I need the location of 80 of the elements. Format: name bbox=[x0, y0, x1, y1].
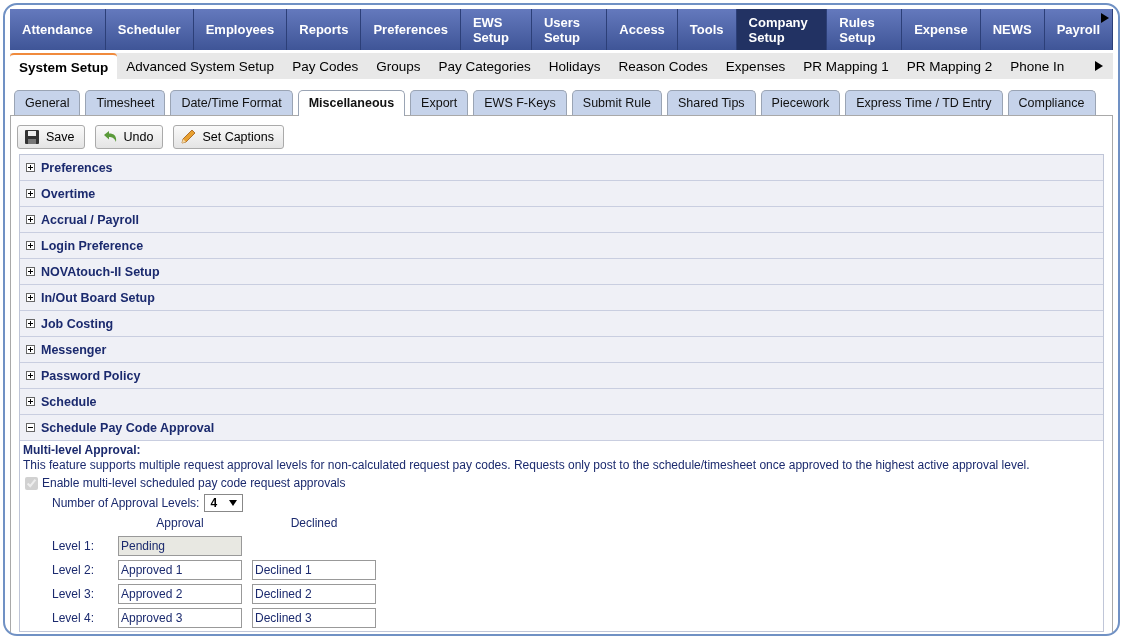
section-header[interactable]: Schedule Pay Code Approval bbox=[20, 415, 1103, 441]
sub-nav-item[interactable]: Expenses bbox=[716, 53, 795, 79]
expand-toggle-icon bbox=[26, 215, 35, 224]
expand-toggle-icon bbox=[26, 319, 35, 328]
approval-input[interactable]: Approved 1 bbox=[118, 560, 242, 580]
sub-nav-item[interactable]: Reason Codes bbox=[609, 53, 717, 79]
expand-toggle-icon bbox=[26, 241, 35, 250]
declined-input[interactable]: Declined 2 bbox=[252, 584, 376, 604]
levels-dropdown[interactable]: 4 bbox=[204, 494, 244, 512]
main-nav-item[interactable]: Access bbox=[607, 9, 678, 50]
section-header[interactable]: Schedule bbox=[20, 389, 1103, 415]
section-header[interactable]: Job Costing bbox=[20, 311, 1103, 337]
tab[interactable]: Miscellaneous bbox=[297, 90, 406, 116]
main-nav-item[interactable]: EWS Setup bbox=[460, 9, 532, 50]
level-label: Level 3: bbox=[52, 587, 96, 601]
sub-nav-item[interactable]: PR Mapping 1 bbox=[794, 53, 898, 79]
toolbar-button[interactable]: Undo bbox=[94, 125, 164, 149]
section-header[interactable]: Overtime bbox=[20, 181, 1103, 207]
expand-toggle-icon bbox=[26, 345, 35, 354]
toolbar-button[interactable]: Save bbox=[17, 125, 85, 149]
dropdown-arrow-icon bbox=[229, 500, 238, 506]
tab[interactable]: Submit Rule bbox=[571, 90, 662, 115]
level-label: Level 1: bbox=[52, 539, 96, 553]
pencil-icon bbox=[180, 129, 197, 145]
main-nav-item[interactable]: Expense bbox=[902, 9, 981, 50]
level-label: Level 4: bbox=[52, 611, 96, 625]
toolbar-button[interactable]: Set Captions bbox=[173, 125, 284, 149]
section-header[interactable]: Preferences bbox=[20, 155, 1103, 181]
section-header[interactable]: NOVAtouch-II Setup bbox=[20, 259, 1103, 285]
tab[interactable]: Export bbox=[410, 90, 469, 115]
main-nav-item[interactable]: NEWS bbox=[980, 9, 1045, 50]
sub-nav-item[interactable]: Advanced System Setup bbox=[117, 53, 284, 79]
sub-nav-item[interactable]: Pay Categories bbox=[429, 53, 540, 79]
sub-nav-item[interactable]: Groups bbox=[367, 53, 430, 79]
expand-toggle-icon bbox=[26, 163, 35, 172]
expand-toggle-icon bbox=[26, 267, 35, 276]
section-header[interactable]: In/Out Board Setup bbox=[20, 285, 1103, 311]
section-heading: Multi-level Approval: bbox=[23, 443, 142, 457]
tab[interactable]: Express Time / TD Entry bbox=[845, 90, 1003, 115]
main-nav-item[interactable]: Preferences bbox=[361, 9, 461, 50]
section-header[interactable]: Login Preference bbox=[20, 233, 1103, 259]
main-nav-item[interactable]: Company Setup bbox=[736, 9, 828, 50]
section-header[interactable]: Messenger bbox=[20, 337, 1103, 363]
expand-toggle-icon bbox=[26, 293, 35, 302]
section-header[interactable]: Accrual / Payroll bbox=[20, 207, 1103, 233]
expand-toggle-icon bbox=[26, 397, 35, 406]
declined-input[interactable]: Declined 1 bbox=[252, 560, 376, 580]
checkbox-label: Enable multi-level scheduled pay code request approvals bbox=[42, 476, 346, 490]
main-nav-item[interactable]: Tools bbox=[677, 9, 737, 50]
main-nav-item[interactable]: Scheduler bbox=[105, 9, 194, 50]
column-header: Approval bbox=[155, 516, 205, 530]
expand-toggle-icon bbox=[26, 371, 35, 380]
approval-input[interactable]: Approved 3 bbox=[118, 608, 242, 628]
main-nav-item[interactable]: Attendance bbox=[10, 9, 106, 50]
column-header: Declined bbox=[289, 516, 339, 530]
main-nav-item[interactable]: Users Setup bbox=[531, 9, 608, 50]
expand-toggle-icon bbox=[26, 423, 35, 432]
approval-input[interactable]: Approved 2 bbox=[118, 584, 242, 604]
sub-nav-item[interactable]: Holidays bbox=[539, 53, 610, 79]
tab[interactable]: Date/Time Format bbox=[170, 90, 293, 115]
section-header[interactable]: Password Policy bbox=[20, 363, 1103, 389]
tab[interactable]: EWS F-Keys bbox=[473, 90, 567, 115]
main-nav-item[interactable]: Reports bbox=[287, 9, 362, 50]
sub-nav-item[interactable]: Pay Codes bbox=[283, 53, 368, 79]
declined-input[interactable]: Declined 3 bbox=[252, 608, 376, 628]
level-label: Level 2: bbox=[52, 563, 96, 577]
sub-nav-item[interactable]: Phone In bbox=[1001, 53, 1074, 79]
sub-nav-item[interactable]: System Setup bbox=[10, 53, 118, 79]
tab[interactable]: Piecework bbox=[760, 90, 841, 115]
tab[interactable]: Timesheet bbox=[85, 90, 166, 115]
description-text: This feature supports multiple request approval levels for non-calculated request pay codes. Requests only post to the schedule/timesheet once approved to the highest active approval level. bbox=[23, 458, 1031, 472]
main-nav-item[interactable]: Employees bbox=[193, 9, 288, 50]
tab[interactable]: General bbox=[14, 90, 81, 115]
scroll-right-icon[interactable] bbox=[1095, 61, 1103, 71]
tab[interactable]: Shared Tips bbox=[666, 90, 756, 115]
tab[interactable]: Compliance bbox=[1007, 90, 1096, 115]
expand-toggle-icon bbox=[26, 189, 35, 198]
main-nav-item[interactable]: Rules Setup bbox=[827, 9, 903, 50]
levels-label: Number of Approval Levels: bbox=[52, 496, 200, 510]
sub-nav-item[interactable]: PR Mapping 2 bbox=[897, 53, 1002, 79]
